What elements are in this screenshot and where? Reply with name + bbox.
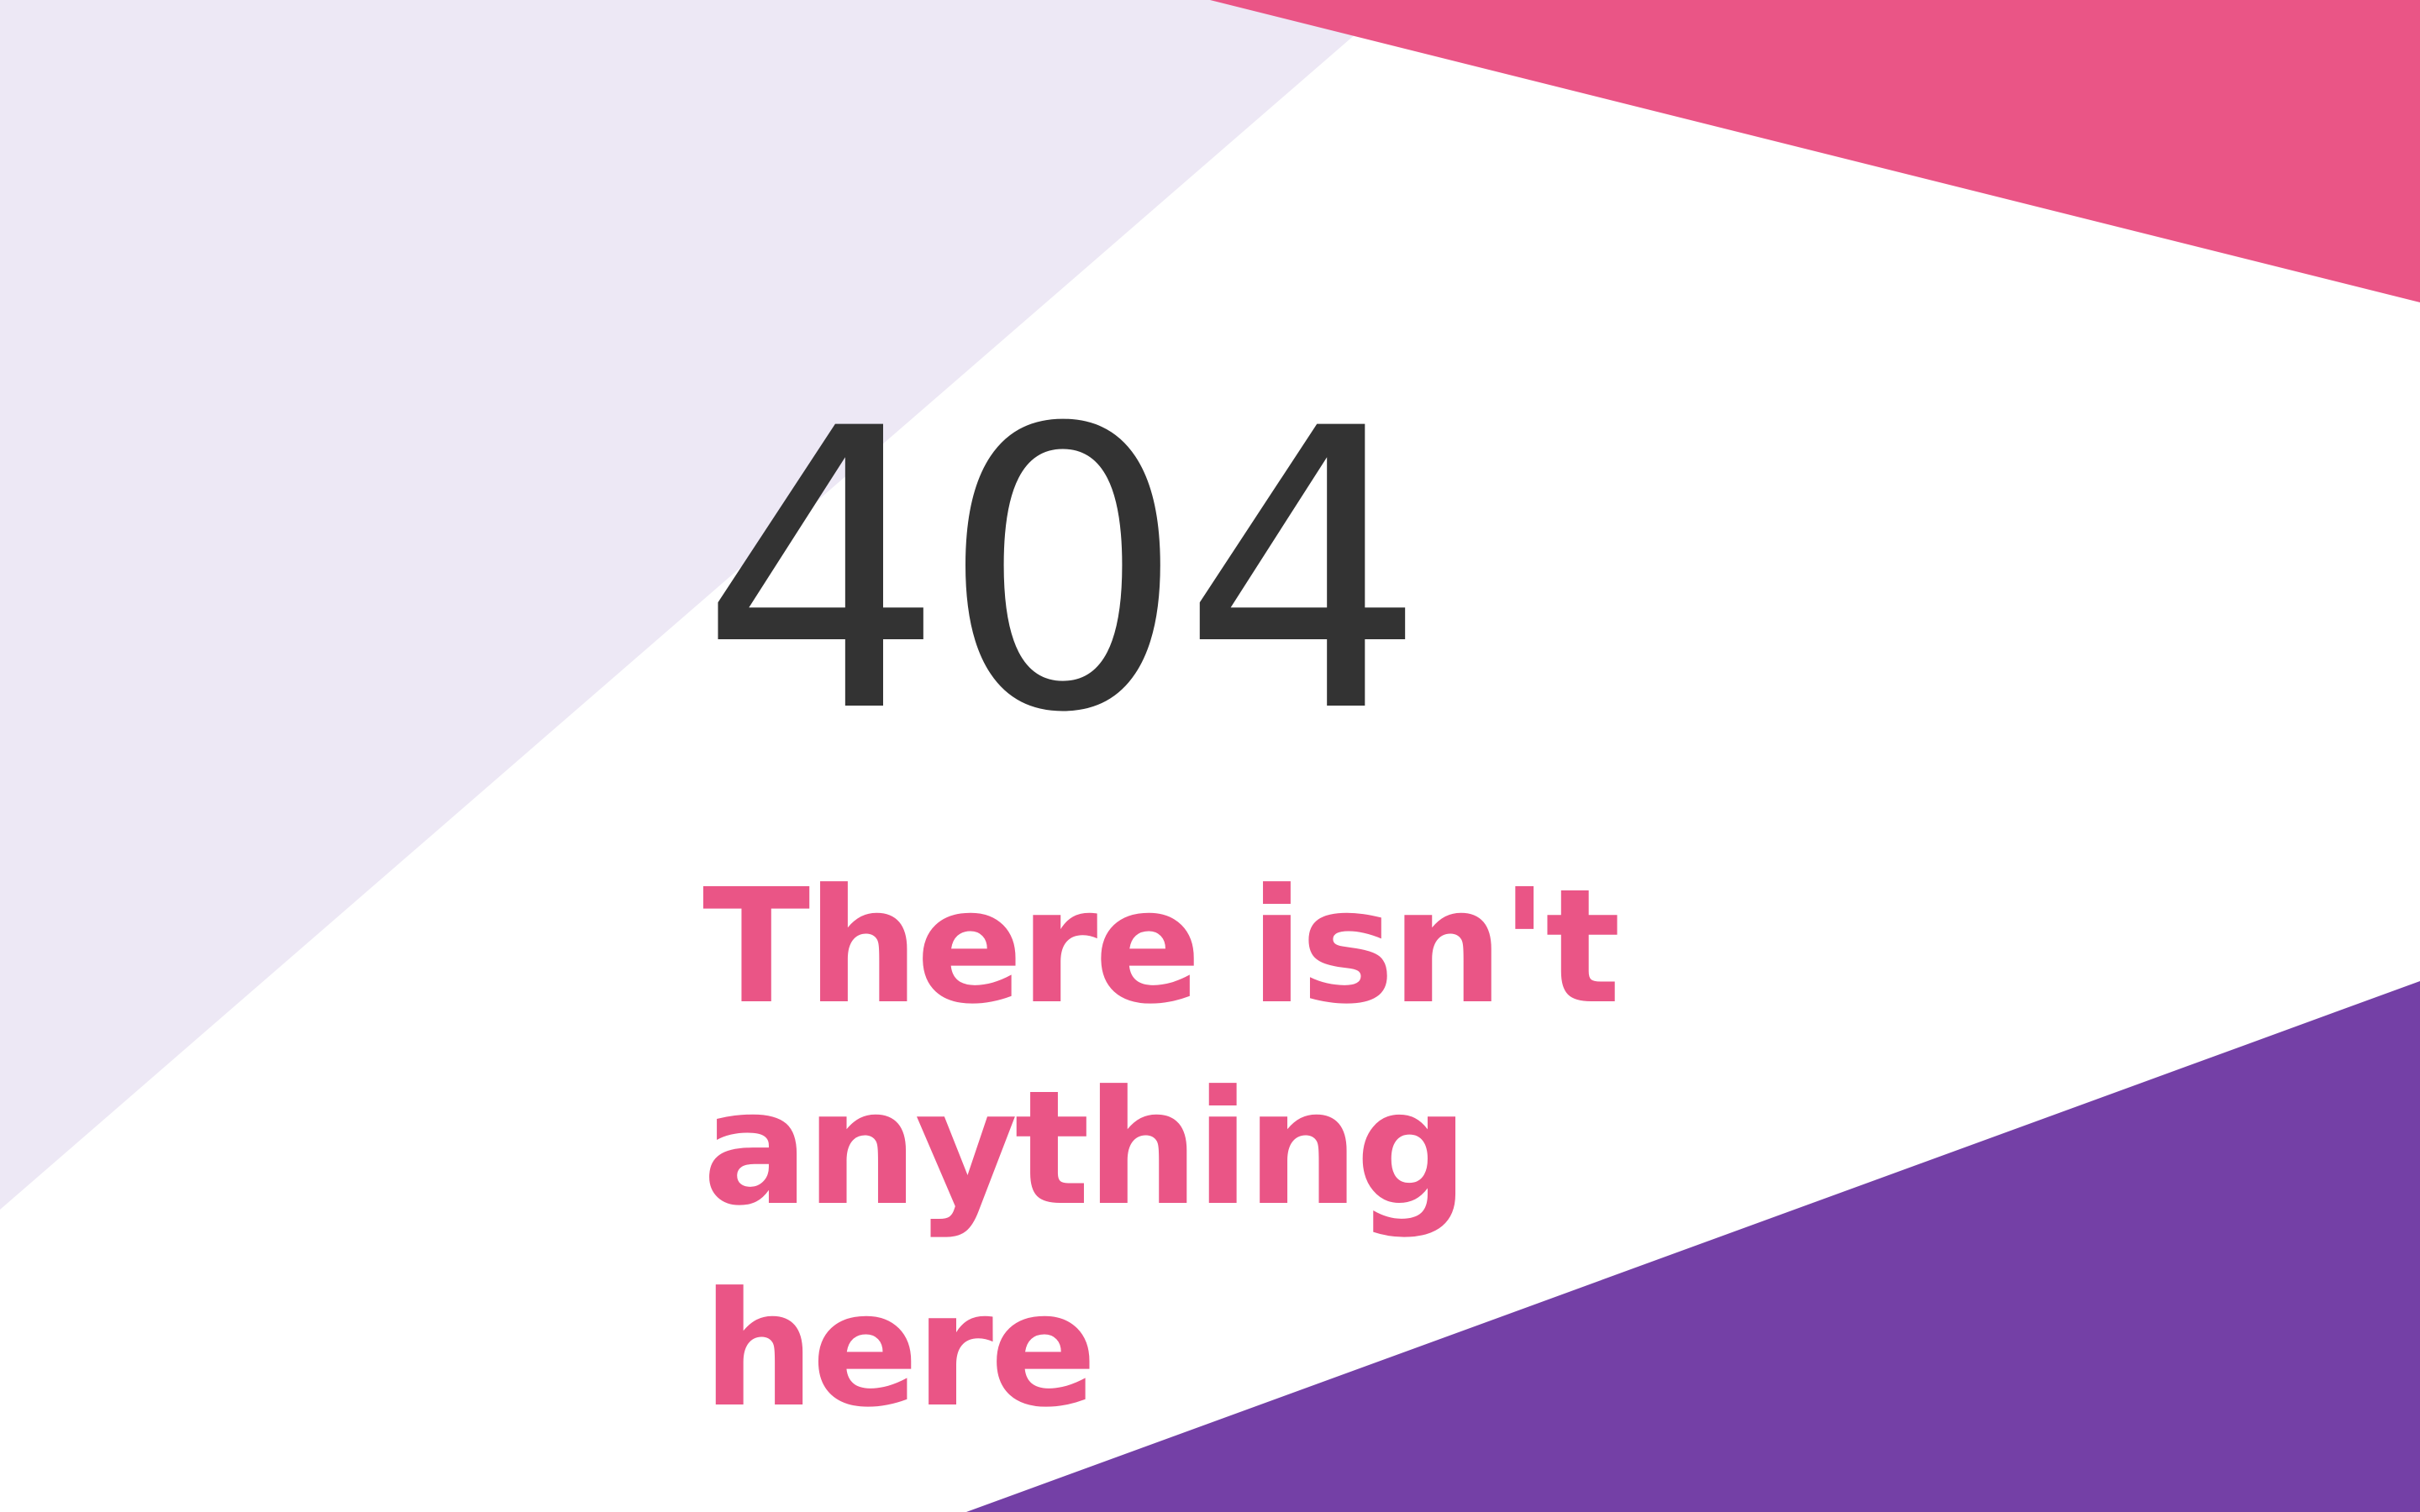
not-found-page: 404 There isn't anything here [0,0,2420,1512]
error-code: 404 [699,348,1427,797]
error-content: 404 There isn't anything here [699,380,2128,1452]
pink-shape [1210,0,2420,302]
error-message: There isn't anything here [702,855,1621,1442]
